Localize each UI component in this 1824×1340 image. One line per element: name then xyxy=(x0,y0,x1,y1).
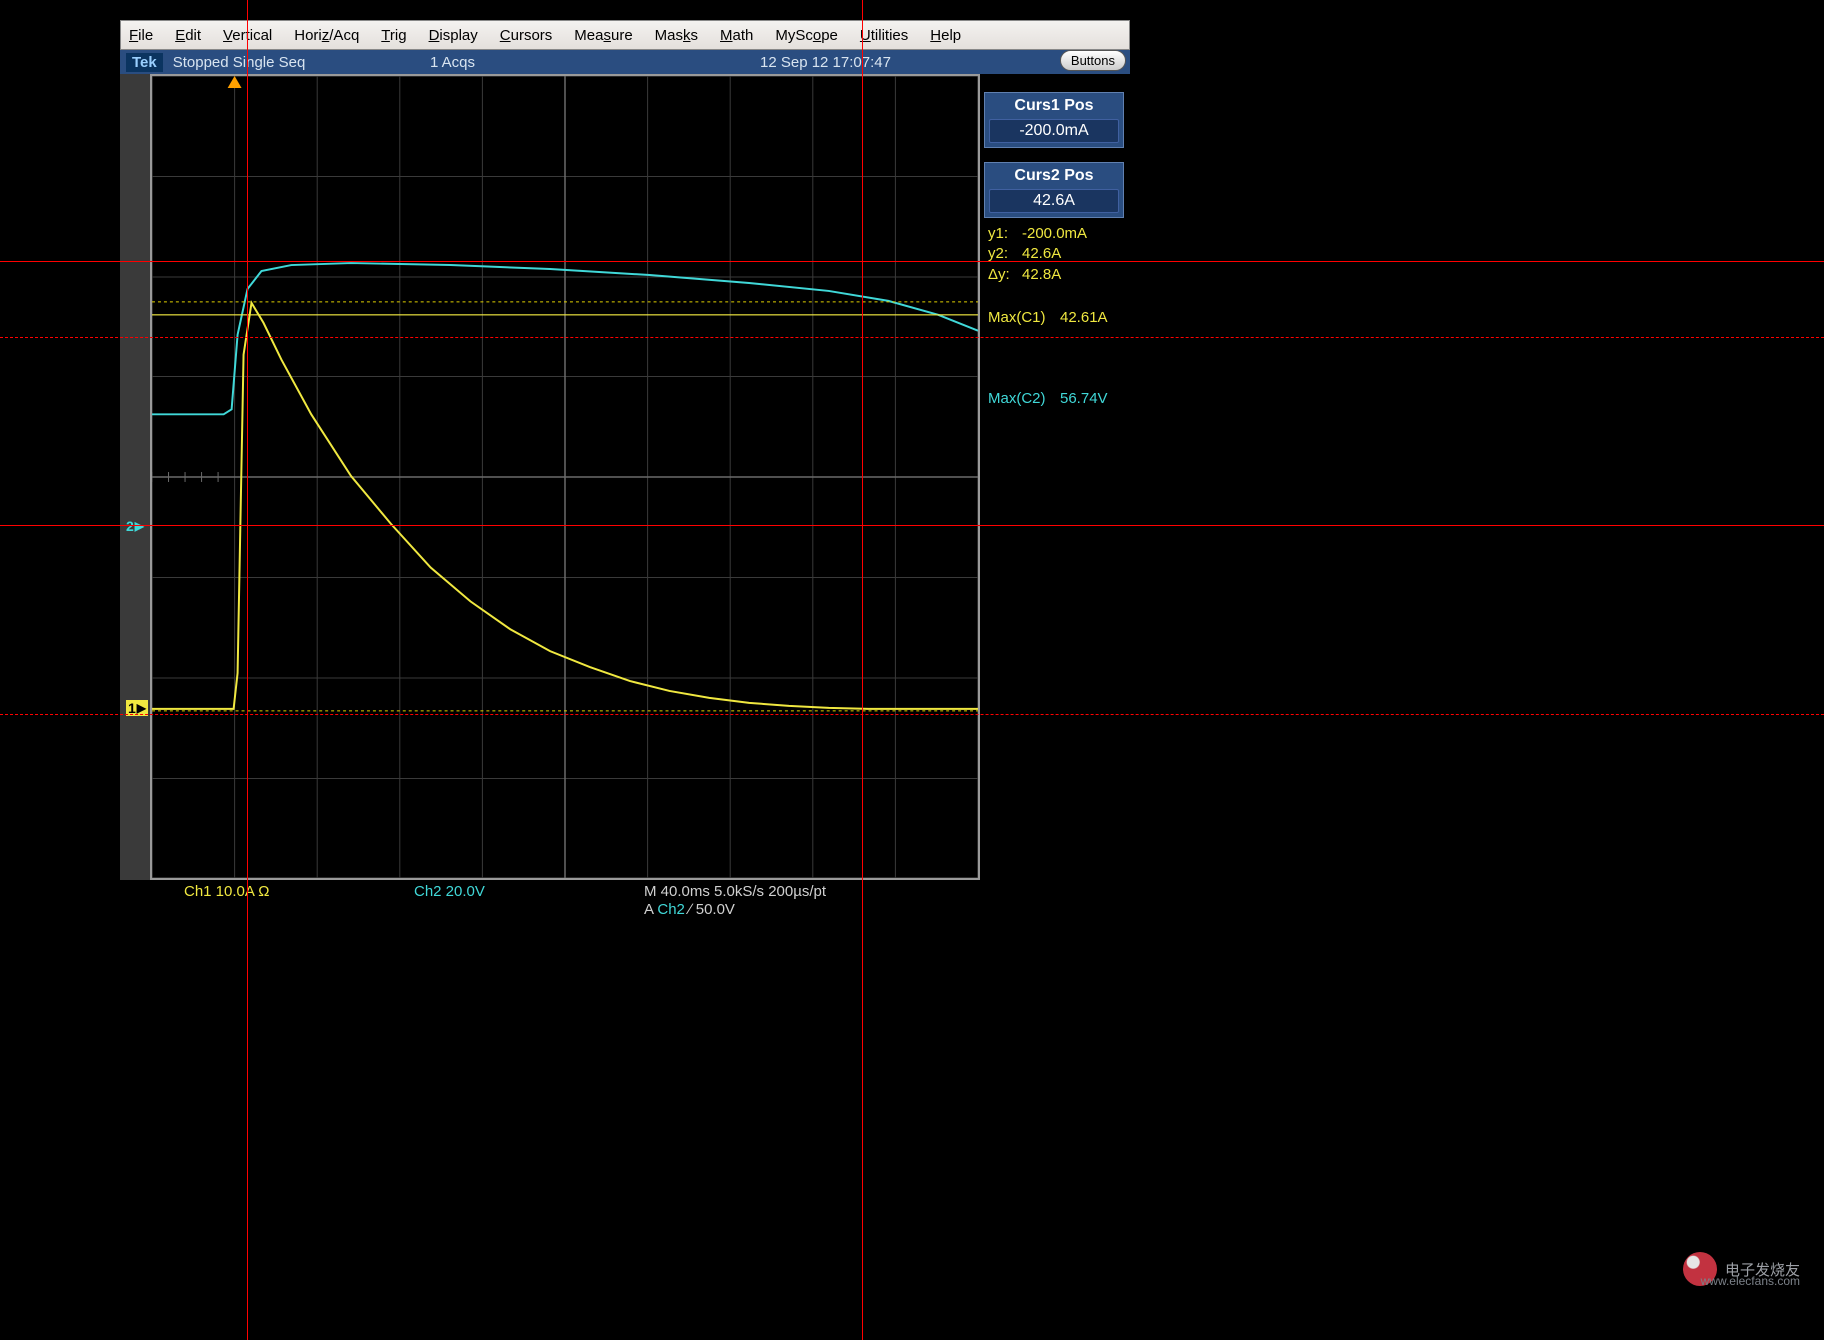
ch1-scale: Ch1 10.0A Ω xyxy=(184,882,269,902)
menu-cursors[interactable]: Cursors xyxy=(500,27,553,44)
menu-help[interactable]: Help xyxy=(930,27,961,44)
menu-myscope[interactable]: MyScope xyxy=(775,27,838,44)
watermark-url: www.elecfans.com xyxy=(1701,1274,1800,1288)
tek-logo: Tek xyxy=(126,53,163,72)
annotation-line-h3 xyxy=(0,525,1824,526)
measurement-2: Max(C2)56.74V xyxy=(984,390,1130,407)
menu-trig[interactable]: Trig xyxy=(381,27,406,44)
menu-math[interactable]: Math xyxy=(720,27,753,44)
waveform-display[interactable]: ◀ xyxy=(150,74,980,880)
menu-edit[interactable]: Edit xyxy=(175,27,201,44)
watermark: 电子发烧友 www.elecfans.com xyxy=(1683,1252,1800,1286)
oscilloscope-window: File Edit Vertical Horiz/Acq Trig Displa… xyxy=(120,20,1130,920)
annotation-line-h1 xyxy=(0,261,1824,262)
trigger-info: A Ch2 ∕ 50.0V xyxy=(644,900,735,920)
menu-measure[interactable]: Measure xyxy=(574,27,632,44)
measurement-1: Max(C1)42.61A xyxy=(984,309,1130,326)
menubar: File Edit Vertical Horiz/Acq Trig Displa… xyxy=(120,20,1130,50)
trigger-position-marker xyxy=(228,76,242,88)
cursor2-value[interactable]: 42.6A xyxy=(989,189,1119,213)
cursor1-label: Curs1 Pos xyxy=(989,97,1119,115)
menu-display[interactable]: Display xyxy=(429,27,478,44)
acq-count: 1 Acqs xyxy=(430,54,475,71)
menu-file[interactable]: File xyxy=(129,27,153,44)
menu-utilities[interactable]: Utilities xyxy=(860,27,908,44)
annotation-line-h2 xyxy=(0,337,1824,338)
buttons-toggle[interactable]: Buttons xyxy=(1060,50,1126,71)
cursor2-panel[interactable]: Curs2 Pos 42.6A xyxy=(984,162,1124,218)
cursor-readouts: y1:-200.0mA y2:42.6A Δy:42.8A xyxy=(984,224,1130,285)
acq-state: Stopped Single Seq xyxy=(173,54,306,71)
menu-masks[interactable]: Masks xyxy=(655,27,698,44)
menu-horiz-acq[interactable]: Horiz/Acq xyxy=(294,27,359,44)
graticule-svg xyxy=(152,76,978,878)
annotation-line-v2 xyxy=(862,0,863,1340)
timestamp: 12 Sep 12 17:07:47 xyxy=(760,54,891,71)
ch2-ground-marker[interactable]: 2▶ xyxy=(126,518,144,534)
annotation-line-v1 xyxy=(247,0,248,1340)
ch2-scale: Ch2 20.0V xyxy=(414,882,485,902)
cursor2-label: Curs2 Pos xyxy=(989,167,1119,185)
left-gutter: 2▶ 1▶ xyxy=(120,74,150,880)
cursor1-value[interactable]: -200.0mA xyxy=(989,119,1119,143)
status-bar: Tek Stopped Single Seq 1 Acqs 12 Sep 12 … xyxy=(120,50,1130,74)
side-panel: Buttons Curs1 Pos -200.0mA Curs2 Pos 42.… xyxy=(980,74,1130,880)
annotation-line-h4 xyxy=(0,714,1824,715)
main-area: 2▶ 1▶ xyxy=(120,74,1130,880)
cursor1-panel[interactable]: Curs1 Pos -200.0mA xyxy=(984,92,1124,148)
timebase-info: M 40.0ms 5.0kS/s 200µs/pt xyxy=(644,882,826,902)
